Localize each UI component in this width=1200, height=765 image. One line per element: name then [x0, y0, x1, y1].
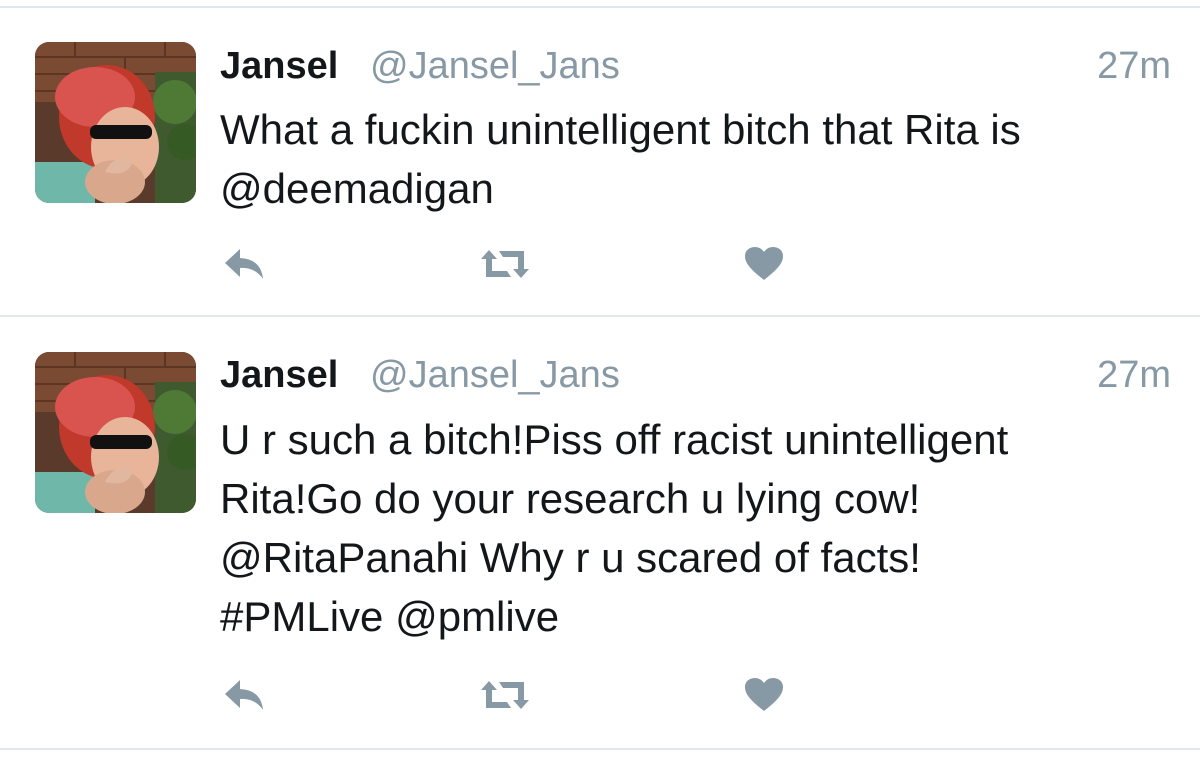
retweet-icon	[477, 247, 533, 286]
tweet-text-line[interactable]: #PMLive @pmlive	[220, 587, 1160, 646]
tweet-text-line: U r such a bitch!Piss off racist unintel…	[220, 416, 1009, 463]
reply-icon	[223, 247, 267, 286]
tweet-item[interactable]: Jansel @Jansel_Jans 27m U r such a bitch…	[0, 317, 1200, 748]
tweet-item[interactable]: Jansel @Jansel_Jans 27m What a fuckin un…	[0, 8, 1200, 315]
tweet-text-line[interactable]: @deemadigan	[220, 159, 1160, 218]
retweet-button[interactable]	[475, 246, 535, 286]
user-handle[interactable]: @Jansel_Jans	[370, 45, 620, 88]
tweet-header: Jansel @Jansel_Jans 27m	[220, 43, 1175, 91]
display-name[interactable]: Jansel	[220, 354, 338, 397]
reply-icon	[223, 678, 267, 717]
timestamp[interactable]: 27m	[1097, 45, 1171, 88]
heart-icon	[744, 677, 784, 718]
tweet-text-line: What a fuckin unintelligent bitch that R…	[220, 106, 1021, 153]
timeline-divider	[0, 748, 1200, 750]
tweet-header: Jansel @Jansel_Jans 27m	[220, 352, 1175, 400]
retweet-button[interactable]	[475, 677, 535, 717]
tweet-text: U r such a bitch!Piss off racist unintel…	[220, 410, 1160, 646]
avatar[interactable]	[35, 42, 196, 203]
user-handle[interactable]: @Jansel_Jans	[370, 354, 620, 397]
tweet-text-line: Rita!Go do your research u lying cow!	[220, 475, 921, 522]
tweet-text: What a fuckin unintelligent bitch that R…	[220, 100, 1160, 218]
avatar[interactable]	[35, 352, 196, 513]
tweet-actions	[220, 677, 820, 717]
timestamp[interactable]: 27m	[1097, 354, 1171, 397]
reply-button[interactable]	[220, 677, 270, 717]
display-name[interactable]: Jansel	[220, 45, 338, 88]
tweet-text-line[interactable]: @RitaPanahi Why r u scared of facts!	[220, 528, 1160, 587]
like-button[interactable]	[740, 246, 788, 286]
like-button[interactable]	[740, 677, 788, 717]
tweet-actions	[220, 246, 820, 286]
retweet-icon	[477, 678, 533, 717]
reply-button[interactable]	[220, 246, 270, 286]
heart-icon	[744, 246, 784, 287]
